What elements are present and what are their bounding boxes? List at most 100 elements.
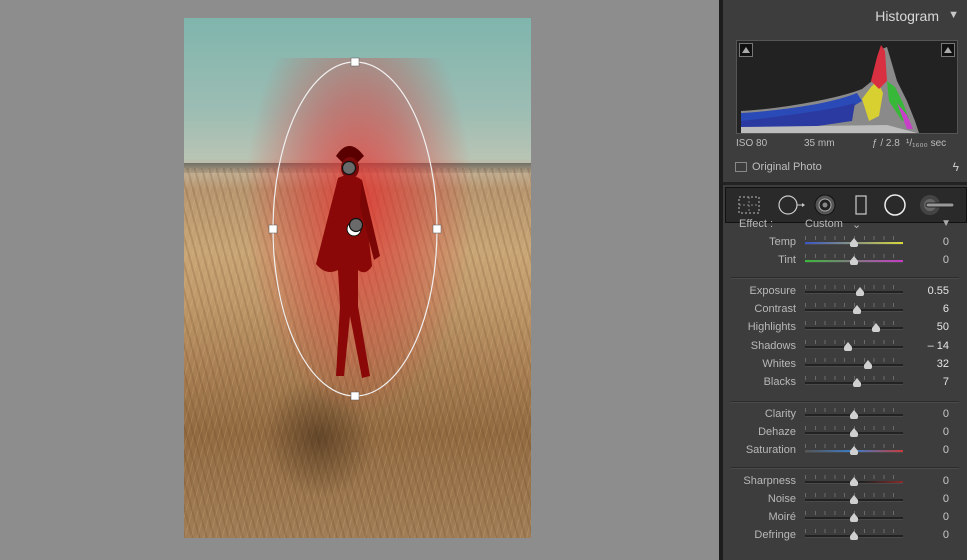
photo-canvas[interactable]: [0, 0, 719, 560]
slider-label: Noise: [767, 493, 796, 505]
slider-track[interactable]: [805, 305, 903, 315]
chevron-down-icon[interactable]: ⌄: [852, 218, 861, 231]
ellipse-handle-right[interactable]: [432, 224, 442, 234]
slider-saturation[interactable]: Saturation 0: [723, 442, 967, 460]
slider-label: Defringe: [754, 529, 796, 541]
slider-track[interactable]: [805, 323, 903, 333]
filter-pin-center[interactable]: [348, 217, 364, 233]
slider-thumb[interactable]: [850, 256, 858, 265]
graduated-filter-icon[interactable]: [848, 193, 874, 217]
slider-label: Temp: [769, 236, 796, 248]
original-photo-row[interactable]: Original Photo ϟ: [735, 160, 963, 176]
slider-thumb[interactable]: [863, 359, 872, 369]
slider-track[interactable]: [805, 428, 903, 437]
slider-value[interactable]: 0: [943, 511, 949, 523]
ellipse-handle-left[interactable]: [268, 224, 278, 234]
effect-preset-row[interactable]: Effect : Custom ⌄ ▼: [739, 218, 959, 232]
lightning-bolt-icon[interactable]: ϟ: [953, 160, 959, 174]
slider-thumb[interactable]: [852, 378, 861, 387]
slider-track[interactable]: [805, 287, 903, 296]
slider-track[interactable]: [805, 256, 903, 265]
collapse-triangle-icon[interactable]: ▼: [948, 9, 959, 21]
slider-value[interactable]: 0: [943, 493, 949, 505]
slider-shadows[interactable]: Shadows – 14: [723, 338, 967, 356]
slider-noise[interactable]: Noise 0: [723, 491, 967, 509]
develop-right-panel: Histogram ▼ ISO 80 35 mm ƒ / 2.8 ¹/₁₆₀₀ …: [723, 0, 967, 560]
aperture-value: ƒ / 2.8: [872, 138, 900, 149]
slider-value[interactable]: 0: [943, 529, 949, 541]
slider-value[interactable]: 0: [943, 408, 949, 420]
slider-thumb[interactable]: [850, 446, 858, 455]
slider-value[interactable]: 0: [943, 475, 949, 487]
slider-track[interactable]: [805, 477, 903, 486]
slider-thumb[interactable]: [852, 305, 861, 315]
slider-thumb[interactable]: [850, 513, 858, 522]
slider-defringe[interactable]: Defringe 0: [723, 527, 967, 545]
effect-preset-dropdown[interactable]: Custom: [805, 218, 843, 230]
slider-sharpness[interactable]: Sharpness 0: [723, 473, 967, 491]
slider-track[interactable]: [805, 410, 903, 419]
slider-track[interactable]: [805, 359, 903, 369]
spot-removal-icon[interactable]: [776, 193, 805, 217]
section-divider: [731, 467, 959, 469]
slider-label: Exposure: [749, 285, 796, 297]
slider-contrast[interactable]: Contrast 6: [723, 301, 967, 319]
original-photo-label: Original Photo: [752, 161, 822, 173]
slider-label: Dehaze: [758, 426, 796, 438]
slider-value[interactable]: 0: [943, 444, 949, 456]
slider-dehaze[interactable]: Dehaze 0: [723, 424, 967, 442]
slider-value[interactable]: 32: [937, 358, 949, 370]
slider-thumb[interactable]: [844, 341, 853, 351]
ellipse-handle-top[interactable]: [350, 57, 360, 67]
histogram-header[interactable]: Histogram ▼: [723, 0, 967, 32]
slider-whites[interactable]: Whites 32: [723, 356, 967, 374]
slider-thumb[interactable]: [850, 477, 858, 486]
slider-value[interactable]: 0: [943, 254, 949, 266]
slider-track[interactable]: [805, 446, 903, 455]
histogram-graph[interactable]: [736, 40, 958, 134]
slider-ticks: [805, 285, 903, 289]
slider-value[interactable]: 0: [943, 426, 949, 438]
adjustment-brush-icon[interactable]: [918, 193, 958, 217]
slider-value[interactable]: 50: [937, 321, 949, 333]
red-eye-icon[interactable]: [812, 193, 838, 217]
slider-thumb[interactable]: [850, 495, 858, 504]
slider-track[interactable]: [805, 531, 903, 540]
slider-track[interactable]: [805, 495, 903, 504]
slider-track[interactable]: [805, 341, 903, 351]
slider-tint[interactable]: Tint 0: [723, 252, 967, 270]
slider-value[interactable]: 0.55: [928, 285, 949, 297]
slider-highlights[interactable]: Highlights 50: [723, 319, 967, 337]
section-divider: [731, 401, 959, 403]
histogram-title: Histogram: [875, 8, 939, 24]
slider-clarity[interactable]: Clarity 0: [723, 406, 967, 424]
radial-filter-icon[interactable]: [882, 193, 908, 217]
slider-track[interactable]: [805, 378, 903, 387]
slider-thumb[interactable]: [871, 323, 880, 333]
slider-exposure[interactable]: Exposure 0.55: [723, 283, 967, 301]
slider-value[interactable]: 7: [943, 376, 949, 388]
highlight-clipping-toggle[interactable]: [941, 43, 955, 57]
slider-thumb[interactable]: [850, 238, 858, 247]
slider-thumb[interactable]: [855, 287, 864, 296]
shadow-clipping-toggle[interactable]: [739, 43, 753, 57]
slider-track[interactable]: [805, 238, 903, 247]
original-photo-checkbox[interactable]: [735, 162, 747, 172]
slider-ticks: [805, 339, 903, 344]
slider-temp[interactable]: Temp 0: [723, 234, 967, 252]
slider-thumb[interactable]: [850, 531, 858, 540]
slider-label: Saturation: [745, 444, 796, 456]
ellipse-handle-bottom[interactable]: [350, 391, 360, 401]
collapse-triangle-icon[interactable]: ▼: [941, 218, 951, 229]
crop-overlay-icon[interactable]: [736, 193, 762, 217]
slider-thumb[interactable]: [850, 428, 858, 437]
slider-value[interactable]: 6: [943, 303, 949, 315]
slider-moir[interactable]: Moiré 0: [723, 509, 967, 527]
slider-thumb[interactable]: [850, 410, 858, 419]
slider-value[interactable]: – 14: [928, 340, 949, 352]
slider-track[interactable]: [805, 513, 903, 522]
effect-label: Effect :: [739, 218, 774, 230]
filter-pin-upper[interactable]: [341, 160, 357, 176]
slider-value[interactable]: 0: [943, 236, 949, 248]
slider-blacks[interactable]: Blacks 7: [723, 374, 967, 392]
